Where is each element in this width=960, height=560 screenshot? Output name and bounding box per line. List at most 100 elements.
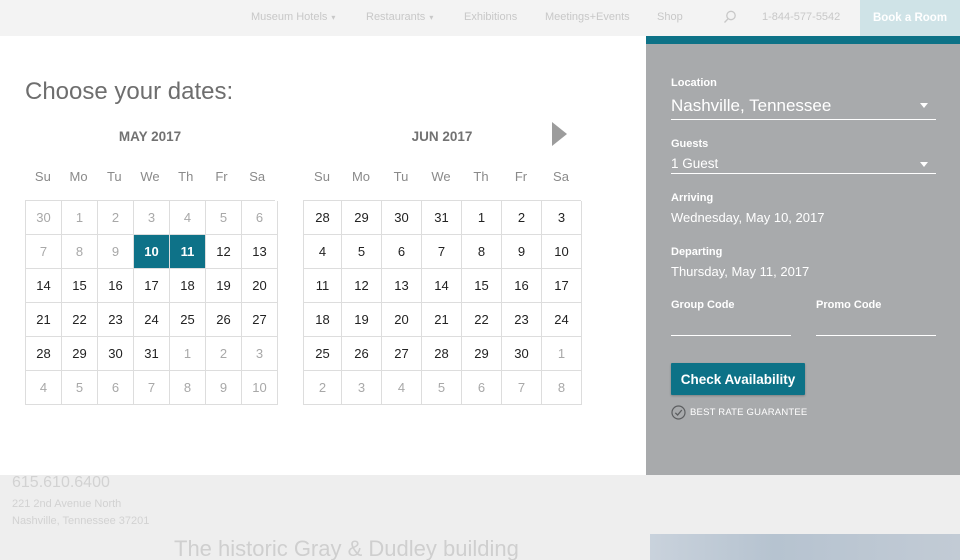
- nav-item-exhibitions[interactable]: Exhibitions: [464, 11, 517, 23]
- calendar-day[interactable]: 13: [382, 269, 422, 303]
- calendar-day[interactable]: 18: [304, 303, 342, 337]
- dropdown-caret-icon[interactable]: [920, 103, 928, 108]
- dropdown-caret-icon[interactable]: [920, 162, 928, 167]
- calendar-day[interactable]: 29: [462, 337, 502, 371]
- calendar-day[interactable]: 1: [62, 201, 98, 235]
- calendar-day[interactable]: 16: [98, 269, 134, 303]
- promo-code-input[interactable]: [816, 318, 936, 334]
- calendar-day[interactable]: 5: [62, 371, 98, 405]
- calendar-day[interactable]: 4: [170, 201, 206, 235]
- calendar-day[interactable]: 10: [242, 371, 278, 405]
- guests-select[interactable]: 1 Guest: [671, 156, 718, 171]
- calendar-day[interactable]: 29: [342, 201, 382, 235]
- calendar-day[interactable]: 21: [422, 303, 462, 337]
- calendar-day[interactable]: 3: [342, 371, 382, 405]
- calendar-day[interactable]: 9: [502, 235, 542, 269]
- calendar-day[interactable]: 13: [242, 235, 278, 269]
- calendar-day[interactable]: 29: [62, 337, 98, 371]
- calendar-day[interactable]: 17: [134, 269, 170, 303]
- calendar-day[interactable]: 30: [26, 201, 62, 235]
- group-code-input[interactable]: [671, 318, 791, 334]
- calendar-day[interactable]: 30: [502, 337, 542, 371]
- search-icon[interactable]: [723, 10, 737, 24]
- calendar-day[interactable]: 15: [62, 269, 98, 303]
- calendar-day[interactable]: 3: [134, 201, 170, 235]
- calendar-day[interactable]: 27: [382, 337, 422, 371]
- calendar-day[interactable]: 21: [26, 303, 62, 337]
- calendar-day[interactable]: 10: [542, 235, 582, 269]
- calendar-day[interactable]: 25: [170, 303, 206, 337]
- nav-phone-link[interactable]: 1-844-577-5542: [762, 11, 840, 23]
- calendar-day[interactable]: 7: [502, 371, 542, 405]
- calendar-day[interactable]: 1: [542, 337, 582, 371]
- calendar-day[interactable]: 22: [62, 303, 98, 337]
- calendar-day[interactable]: 7: [26, 235, 62, 269]
- check-availability-button[interactable]: Check Availability: [671, 363, 805, 395]
- calendar-day[interactable]: 19: [206, 269, 242, 303]
- calendar-day[interactable]: 25: [304, 337, 342, 371]
- calendar-day[interactable]: 30: [382, 201, 422, 235]
- calendar-day[interactable]: 4: [26, 371, 62, 405]
- calendar-day-selected[interactable]: 10: [134, 235, 170, 269]
- calendar-day[interactable]: 2: [206, 337, 242, 371]
- calendar-day[interactable]: 3: [542, 201, 582, 235]
- calendar-day[interactable]: 24: [134, 303, 170, 337]
- calendar-day[interactable]: 17: [542, 269, 582, 303]
- location-select[interactable]: Nashville, Tennessee: [671, 96, 831, 116]
- book-a-room-button[interactable]: Book a Room: [860, 0, 960, 36]
- calendar-day[interactable]: 23: [502, 303, 542, 337]
- calendar-day[interactable]: 9: [206, 371, 242, 405]
- calendar-day[interactable]: 18: [170, 269, 206, 303]
- calendar-day[interactable]: 8: [462, 235, 502, 269]
- calendar-day[interactable]: 28: [304, 201, 342, 235]
- nav-item-shop[interactable]: Shop: [657, 11, 683, 23]
- calendar-day[interactable]: 14: [422, 269, 462, 303]
- calendar-day[interactable]: 6: [462, 371, 502, 405]
- calendar-day[interactable]: 28: [26, 337, 62, 371]
- calendar-day[interactable]: 7: [422, 235, 462, 269]
- calendar-day[interactable]: 5: [342, 235, 382, 269]
- calendar-day[interactable]: 31: [422, 201, 462, 235]
- calendar-day[interactable]: 2: [502, 201, 542, 235]
- calendar-day[interactable]: 3: [242, 337, 278, 371]
- nav-item-meetings-events[interactable]: Meetings+Events: [545, 11, 630, 23]
- calendar-day[interactable]: 28: [422, 337, 462, 371]
- calendar-day[interactable]: 8: [62, 235, 98, 269]
- departing-date[interactable]: Thursday, May 11, 2017: [671, 264, 809, 279]
- arriving-date[interactable]: Wednesday, May 10, 2017: [671, 210, 824, 225]
- calendar-day[interactable]: 12: [206, 235, 242, 269]
- calendar-day[interactable]: 6: [98, 371, 134, 405]
- calendar-day[interactable]: 7: [134, 371, 170, 405]
- calendar-day[interactable]: 27: [242, 303, 278, 337]
- calendar-day[interactable]: 15: [462, 269, 502, 303]
- calendar-day[interactable]: 23: [98, 303, 134, 337]
- calendar-day[interactable]: 26: [342, 337, 382, 371]
- calendar-day[interactable]: 4: [382, 371, 422, 405]
- calendar-day[interactable]: 26: [206, 303, 242, 337]
- calendar-day[interactable]: 30: [98, 337, 134, 371]
- calendar-day[interactable]: 5: [206, 201, 242, 235]
- calendar-day[interactable]: 2: [98, 201, 134, 235]
- calendar-day[interactable]: 5: [422, 371, 462, 405]
- calendar-day[interactable]: 14: [26, 269, 62, 303]
- calendar-day[interactable]: 1: [170, 337, 206, 371]
- calendar-day[interactable]: 8: [542, 371, 582, 405]
- calendar-day[interactable]: 6: [242, 201, 278, 235]
- chevron-right-icon[interactable]: [552, 122, 567, 146]
- calendar-day[interactable]: 9: [98, 235, 134, 269]
- calendar-day[interactable]: 22: [462, 303, 502, 337]
- calendar-day[interactable]: 11: [304, 269, 342, 303]
- calendar-day[interactable]: 20: [382, 303, 422, 337]
- calendar-day[interactable]: 19: [342, 303, 382, 337]
- calendar-day[interactable]: 1: [462, 201, 502, 235]
- calendar-day[interactable]: 24: [542, 303, 582, 337]
- nav-item-museum-hotels[interactable]: Museum Hotels ▾: [251, 11, 335, 23]
- calendar-day[interactable]: 2: [304, 371, 342, 405]
- calendar-day[interactable]: 20: [242, 269, 278, 303]
- calendar-day[interactable]: 8: [170, 371, 206, 405]
- calendar-day[interactable]: 6: [382, 235, 422, 269]
- calendar-day[interactable]: 4: [304, 235, 342, 269]
- nav-item-restaurants[interactable]: Restaurants ▾: [366, 11, 433, 23]
- calendar-day-selected[interactable]: 11: [170, 235, 206, 269]
- calendar-day[interactable]: 16: [502, 269, 542, 303]
